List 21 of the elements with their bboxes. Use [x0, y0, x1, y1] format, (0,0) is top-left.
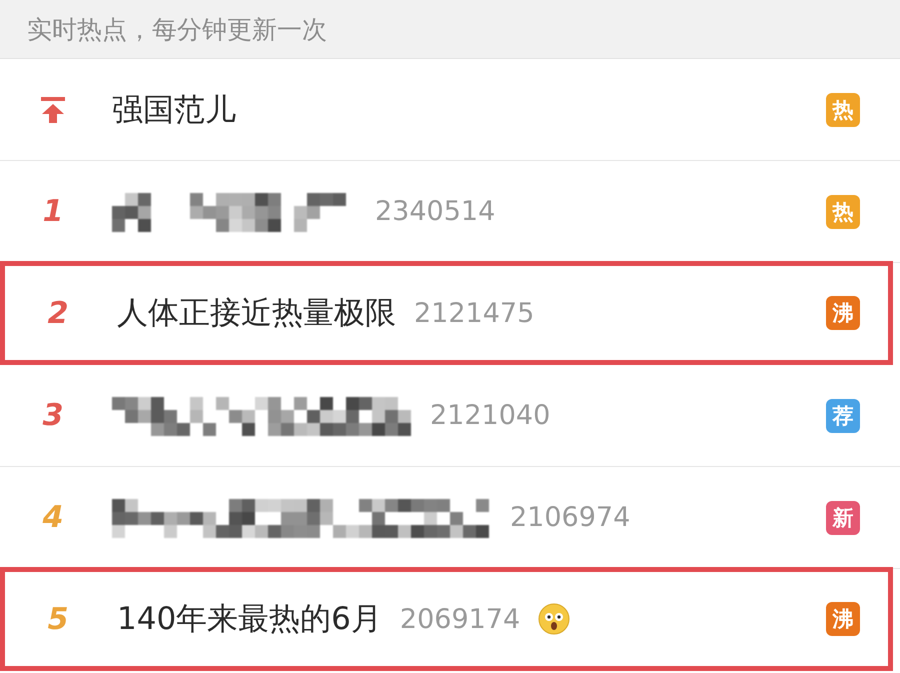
rank-number: 4 — [42, 500, 64, 535]
pin-to-top-icon — [40, 96, 66, 124]
hot-tag: 沸 — [826, 296, 860, 330]
heat-count: 2121475 — [414, 298, 534, 328]
hot-tag: 沸 — [826, 602, 860, 636]
topic-title: 强国范儿 — [112, 90, 236, 130]
rank-number: 5 — [48, 602, 68, 636]
heat-count: 2069174 — [400, 604, 520, 634]
hot-tag: 热 — [826, 194, 860, 228]
topic-title: 人体正接近热量极限 — [117, 294, 396, 333]
hot-tag: 新 — [826, 500, 860, 534]
hot-tag: 荐 — [826, 398, 860, 432]
topic-title: 140年来最热的6月 — [117, 600, 382, 639]
heat-count: 2106974 — [510, 502, 630, 533]
header-text: 实时热点，每分钟更新一次 — [27, 14, 327, 46]
heat-count: 2340514 — [375, 196, 496, 227]
rank-number: 3 — [42, 398, 64, 433]
rank-number: 2 — [48, 296, 68, 330]
heat-count: 2121040 — [430, 400, 550, 431]
rank-number: 1 — [42, 194, 64, 229]
hot-tag: 热 — [826, 92, 860, 126]
